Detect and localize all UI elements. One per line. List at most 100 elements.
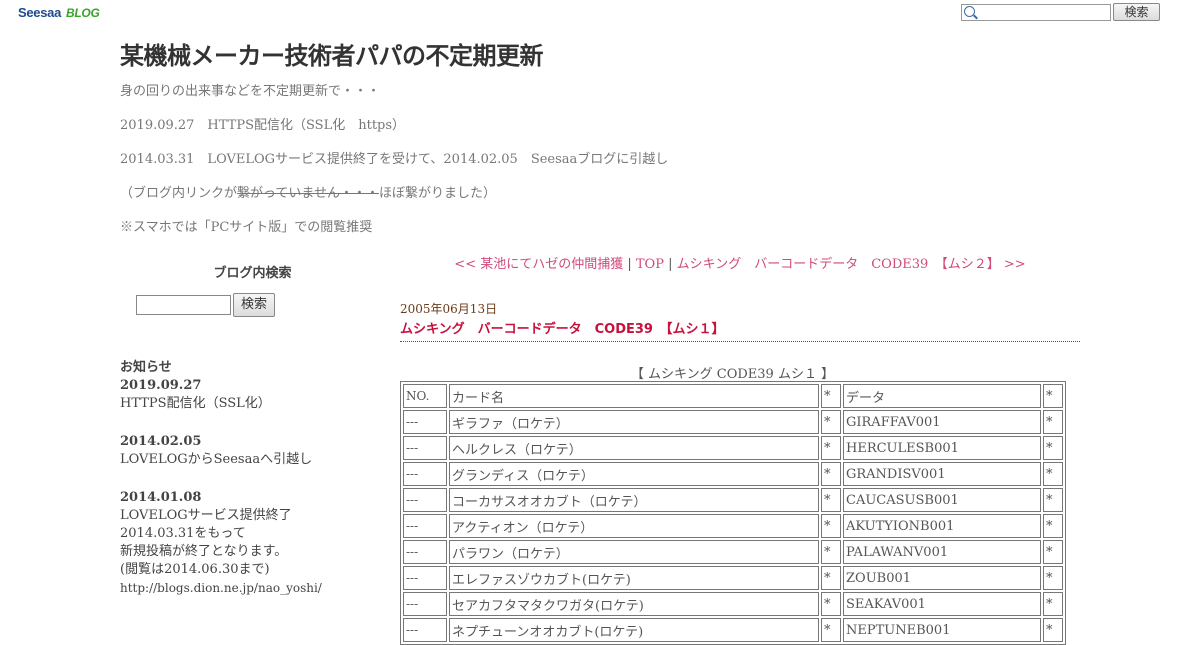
post-date: 2005年06月13日 — [400, 302, 498, 316]
logo-blog: BLOG — [66, 6, 100, 20]
blog-description-4: （ブログ内リンクが繋がっていません・・・ほぼ繋がりました） — [120, 182, 496, 201]
desc4-strike: 繋がっていません・・・ — [237, 186, 379, 201]
table-row: --- ギラファ（ロケテ） * GIRAFFAV001 * — [403, 410, 1063, 434]
table-row: --- グランディス（ロケテ） * GRANDISV001 * — [403, 462, 1063, 486]
table-row: --- ネプチューンオオカブト(ロケテ) * NEPTUNEB001 * — [403, 618, 1063, 642]
news-date: 2014.01.08 — [120, 490, 202, 505]
news-section: お知らせ 2019.09.27 HTTPS配信化（SSL化） 2014.02.0… — [120, 359, 385, 597]
global-search-button[interactable]: 検索 — [1113, 3, 1160, 21]
global-search: 検索 — [961, 3, 1160, 21]
news-date: 2019.09.27 — [120, 378, 202, 393]
cell-data: HERCULESB001 — [843, 436, 1041, 460]
sidebar-search-input[interactable] — [136, 295, 231, 315]
post-divider — [400, 341, 1080, 342]
search-icon — [964, 5, 975, 17]
header-card-name: カード名 — [449, 384, 819, 408]
news-date: 2014.02.05 — [120, 434, 202, 449]
cell-star: * — [1043, 514, 1063, 538]
sidebar-search: 検索 — [136, 293, 275, 317]
cell-star: * — [821, 592, 841, 616]
cell-card-name: エレファスゾウカブト(ロケテ) — [449, 566, 819, 590]
logo-seesaa: Seesaa — [18, 5, 62, 20]
cell-no: --- — [403, 540, 447, 564]
blog-description-5: ※スマホでは「PCサイト版」での閲覧推奨 — [120, 220, 373, 235]
cell-card-name: ネプチューンオオカブト(ロケテ) — [449, 618, 819, 642]
cell-no: --- — [403, 462, 447, 486]
table-row: --- コーカサスオオカブト（ロケテ） * CAUCASUSB001 * — [403, 488, 1063, 512]
cell-star: * — [821, 618, 841, 642]
cell-star: * — [1043, 618, 1063, 642]
cell-star: * — [821, 514, 841, 538]
cell-data: GRANDISV001 — [843, 462, 1041, 486]
table-header-row: NO. カード名 * データ * — [403, 384, 1063, 408]
nav-separator: | — [623, 257, 636, 272]
desc4-suffix: ほぼ繋がりました） — [378, 186, 496, 201]
blog-description-3: 2014.03.31 LOVELOGサービス提供終了を受けて、2014.02.0… — [120, 152, 669, 167]
news-text: LOVELOGサービス提供終了 — [120, 508, 292, 523]
cell-data: GIRAFFAV001 — [843, 410, 1041, 434]
global-search-input[interactable] — [961, 3, 1111, 21]
cell-no: --- — [403, 410, 447, 434]
blog-description-2: 2019.09.27 HTTPS配信化（SSL化 https） — [120, 118, 406, 133]
cell-star: * — [821, 566, 841, 590]
seesaa-blog-logo[interactable]: Seesaa BLOG — [18, 5, 100, 20]
cell-no: --- — [403, 514, 447, 538]
barcode-table: NO. カード名 * データ * --- ギラファ（ロケテ） * GIRAFFAV00… — [400, 381, 1066, 645]
desc4-prefix: （ブログ内リンクが — [120, 186, 238, 201]
nav-separator: | — [663, 257, 677, 272]
cell-star: * — [1043, 488, 1063, 512]
cell-card-name: セアカフタマタクワガタ(ロケテ) — [449, 592, 819, 616]
cell-no: --- — [403, 592, 447, 616]
news-text: 2014.03.31をもって — [120, 526, 246, 541]
sidebar: ブログ内検索 検索 お知らせ 2019.09.27 HTTPS配信化（SSL化）… — [120, 262, 385, 595]
table-row: --- ヘルクレス（ロケテ） * HERCULESB001 * — [403, 436, 1063, 460]
cell-data: NEPTUNEB001 — [843, 618, 1041, 642]
news-text: LOVELOGからSeesaaへ引越し — [120, 452, 313, 467]
top-bar: Seesaa BLOG 検索 — [0, 0, 1200, 28]
header-data: データ — [843, 384, 1041, 408]
cell-star: * — [1043, 540, 1063, 564]
cell-star: * — [1043, 410, 1063, 434]
table-row: --- パラワン（ロケテ） * PALAWANV001 * — [403, 540, 1063, 564]
cell-star: * — [821, 462, 841, 486]
cell-star: * — [821, 488, 841, 512]
top-link[interactable]: TOP — [636, 257, 664, 272]
cell-card-name: グランディス（ロケテ） — [449, 462, 819, 486]
cell-star: * — [821, 540, 841, 564]
next-post-link[interactable]: ムシキング バーコードデータ CODE39 【ムシ２】 >> — [677, 257, 1026, 272]
cell-star: * — [1043, 592, 1063, 616]
cell-no: --- — [403, 436, 447, 460]
cell-no: --- — [403, 566, 447, 590]
cell-card-name: ギラファ（ロケテ） — [449, 410, 819, 434]
table-row: --- セアカフタマタクワガタ(ロケテ) * SEAKAV001 * — [403, 592, 1063, 616]
blog-description-1: 身の回りの出来事などを不定期更新で・・・ — [120, 84, 381, 99]
cell-star: * — [1043, 436, 1063, 460]
news-text: (閲覧は2014.06.30まで) — [120, 562, 270, 577]
cell-star: * — [1043, 566, 1063, 590]
news-heading: お知らせ — [120, 360, 172, 375]
header-star: * — [1043, 384, 1063, 408]
cell-card-name: コーカサスオオカブト（ロケテ） — [449, 488, 819, 512]
news-text: 新規投稿が終了となります。 — [120, 544, 288, 559]
blog-title[interactable]: 某機械メーカー技術者パパの不定期更新 — [120, 36, 544, 71]
cell-star: * — [1043, 462, 1063, 486]
cell-no: --- — [403, 618, 447, 642]
sidebar-search-button[interactable]: 検索 — [233, 293, 275, 317]
news-url: http://blogs.dion.ne.jp/nao_yoshi/ — [120, 581, 322, 595]
table-caption: 【 ムシキング CODE39 ムシ１ 】 — [630, 367, 835, 382]
news-text: HTTPS配信化（SSL化） — [120, 396, 271, 411]
cell-card-name: ヘルクレス（ロケテ） — [449, 436, 819, 460]
cell-card-name: アクティオン（ロケテ） — [449, 514, 819, 538]
cell-data: AKUTYIONB001 — [843, 514, 1041, 538]
prev-post-link[interactable]: << 某池にてハゼの仲間捕獲 — [454, 257, 623, 272]
table-row: --- アクティオン（ロケテ） * AKUTYIONB001 * — [403, 514, 1063, 538]
header-no: NO. — [403, 384, 447, 408]
sidebar-search-title: ブログ内検索 — [213, 266, 292, 281]
cell-data: SEAKAV001 — [843, 592, 1041, 616]
cell-data: PALAWANV001 — [843, 540, 1041, 564]
table-row: --- エレファスゾウカブト(ロケテ) * ZOUB001 * — [403, 566, 1063, 590]
post-title[interactable]: ムシキング バーコードデータ CODE39 【ムシ１】 — [400, 318, 724, 337]
header-star: * — [821, 384, 841, 408]
cell-card-name: パラワン（ロケテ） — [449, 540, 819, 564]
cell-no: --- — [403, 488, 447, 512]
